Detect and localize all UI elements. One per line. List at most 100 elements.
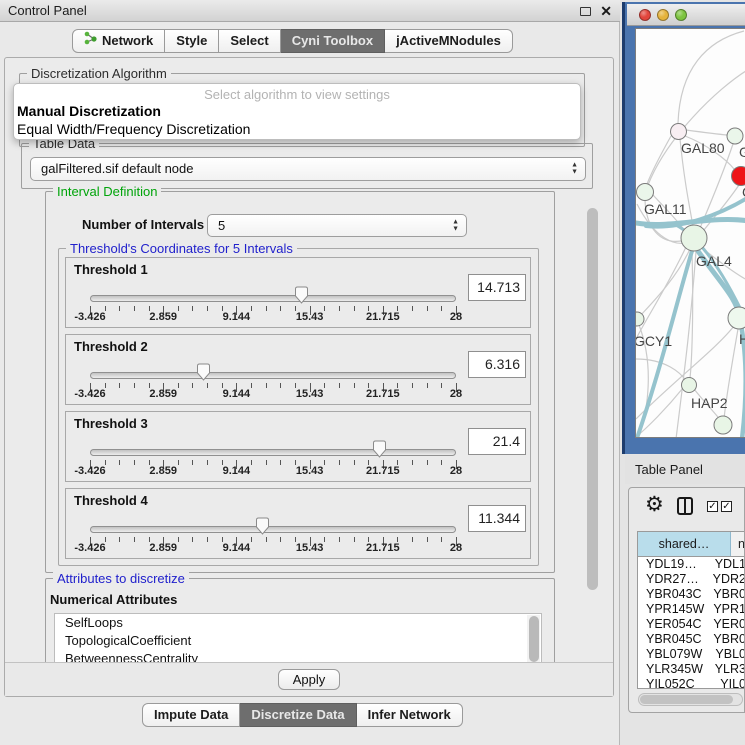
table-panel-title: Table Panel xyxy=(635,462,703,477)
tab-cyni-toolbox[interactable]: Cyni Toolbox xyxy=(281,29,385,53)
tab-discretize-data[interactable]: Discretize Data xyxy=(240,703,356,727)
algorithm-hint: Select algorithm to view settings xyxy=(14,84,580,102)
threshold-panel: Threshold 114.713-3.4262.8599.14415.4321… xyxy=(65,257,531,328)
slider-track[interactable] xyxy=(90,526,456,533)
node-label: GCY1 xyxy=(636,333,672,349)
tick-label: 28 xyxy=(450,388,462,400)
network-node-hap2[interactable] xyxy=(682,378,697,393)
table-scrollbar-thumb[interactable] xyxy=(640,695,733,704)
threshold-slider[interactable]: -3.4262.8599.14415.4321.71528 xyxy=(90,335,456,406)
desktop-background xyxy=(625,713,745,745)
network-node-gal11[interactable] xyxy=(637,184,654,201)
slider-track[interactable] xyxy=(90,295,456,302)
threshold-slider[interactable]: -3.4262.8599.14415.4321.71528 xyxy=(90,489,456,560)
tab-select[interactable]: Select xyxy=(219,29,280,53)
split-columns-icon[interactable] xyxy=(677,497,693,515)
attribute-item[interactable]: SelfLoops xyxy=(55,614,541,632)
column-header-name[interactable]: n xyxy=(731,532,745,556)
table-row[interactable]: YIL052CYIL0 xyxy=(638,677,745,689)
checkbox-icon[interactable]: ✓ xyxy=(707,501,718,512)
table-row[interactable]: YPR145WYPR1 xyxy=(638,602,745,617)
slider-thumb[interactable] xyxy=(196,363,211,381)
node-label: GAL11 xyxy=(644,201,687,217)
network-node[interactable] xyxy=(714,416,732,434)
table-row[interactable]: YBL079WYBL0 xyxy=(638,647,745,662)
table-horizontal-scrollbar[interactable] xyxy=(638,693,743,706)
threshold-slider[interactable]: -3.4262.8599.14415.4321.71528 xyxy=(90,412,456,483)
cell-name: YBR0 xyxy=(707,587,745,602)
threshold-value-field[interactable]: 11.344 xyxy=(468,505,526,532)
tab-style[interactable]: Style xyxy=(165,29,219,53)
panel-scrollbar-thumb[interactable] xyxy=(587,208,598,590)
num-intervals-combobox[interactable]: 5 ▲▼ xyxy=(207,214,467,237)
cell-shared-name: YPR145W xyxy=(638,602,707,617)
gear-icon[interactable]: ⚙ xyxy=(645,492,664,517)
cyni-toolbox-panel: Discretization Algorithm ▲▼ Select algor… xyxy=(4,57,614,697)
network-node-gal80[interactable] xyxy=(671,124,687,140)
node-label: GAL80 xyxy=(681,140,725,156)
tick-label: 9.144 xyxy=(223,465,251,477)
tick-label: 9.144 xyxy=(223,311,251,323)
table-row[interactable]: YBR043CYBR0 xyxy=(638,587,745,602)
threshold-value-field[interactable]: 21.4 xyxy=(468,428,526,455)
attribute-items: SelfLoopsTopologicalCoefficientBetweenne… xyxy=(55,614,541,667)
tick-label: 21.715 xyxy=(366,311,400,323)
slider-thumb[interactable] xyxy=(372,440,387,458)
float-window-icon[interactable] xyxy=(580,7,591,16)
cell-name: YDL1 xyxy=(709,557,745,572)
num-intervals-label: Number of Intervals xyxy=(82,217,204,232)
threshold-value-field[interactable]: 6.316 xyxy=(468,351,526,378)
apply-button[interactable]: Apply xyxy=(278,669,340,690)
close-icon[interactable]: ✕ xyxy=(600,0,612,22)
slider-tick-labels: -3.4262.8599.14415.4321.71528 xyxy=(90,465,456,478)
tab-jactivemnodules[interactable]: jActiveMNodules xyxy=(385,29,513,53)
slider-tick-labels: -3.4262.8599.14415.4321.71528 xyxy=(90,388,456,401)
num-intervals-value: 5 xyxy=(218,215,225,237)
table-row[interactable]: YBR045CYBR0 xyxy=(638,632,745,647)
minimize-traffic-light[interactable] xyxy=(657,9,669,21)
tab-label: Discretize Data xyxy=(251,704,344,726)
table-data-combobox[interactable]: galFiltered.sif default node ▲▼ xyxy=(30,157,586,181)
table-row[interactable]: YDL19…YDL1 xyxy=(638,557,745,572)
tick-label: 15.43 xyxy=(296,311,324,323)
algorithm-option[interactable]: Equal Width/Frequency Discretization xyxy=(14,120,580,138)
node-attribute-table[interactable]: shared… n YDL19…YDL1YDR27…YDR2YBR043CYBR… xyxy=(637,531,745,689)
attributes-group: Attributes to discretize Numerical Attri… xyxy=(45,578,555,664)
slider-thumb[interactable] xyxy=(294,286,309,304)
network-node-h[interactable] xyxy=(728,307,745,329)
numerical-attributes-list[interactable]: SelfLoopsTopologicalCoefficientBetweenne… xyxy=(54,613,542,667)
slider-thumb[interactable] xyxy=(255,517,270,535)
network-canvas[interactable]: GAL80GCGAL11GAL4GCY1HHAP2 xyxy=(635,28,745,438)
attributes-scrollbar[interactable] xyxy=(527,615,540,667)
cell-shared-name: YER054C xyxy=(638,617,707,632)
threshold-panel: Threshold 26.316-3.4262.8599.14415.4321.… xyxy=(65,334,531,405)
attributes-scrollbar-thumb[interactable] xyxy=(529,616,539,662)
column-header-shared[interactable]: shared… xyxy=(638,532,731,556)
slider-track[interactable] xyxy=(90,449,456,456)
attribute-item[interactable]: TopologicalCoefficient xyxy=(55,632,541,650)
threshold-slider[interactable]: -3.4262.8599.14415.4321.71528 xyxy=(90,258,456,329)
network-icon xyxy=(84,30,97,52)
cell-name: YBL0 xyxy=(709,647,745,662)
checkbox-icon[interactable]: ✓ xyxy=(721,501,732,512)
table-row[interactable]: YDR27…YDR2 xyxy=(638,572,745,587)
threshold-value-field[interactable]: 14.713 xyxy=(468,274,526,301)
slider-track[interactable] xyxy=(90,372,456,379)
zoom-traffic-light[interactable] xyxy=(675,9,687,21)
tick-label: 21.715 xyxy=(366,542,400,554)
table-row[interactable]: YER054CYER0 xyxy=(638,617,745,632)
close-traffic-light[interactable] xyxy=(639,9,651,21)
tab-infer-network[interactable]: Infer Network xyxy=(357,703,463,727)
tick-label: 2.859 xyxy=(149,311,177,323)
panel-scrollbar[interactable] xyxy=(586,188,599,666)
tick-label: 2.859 xyxy=(149,465,177,477)
tab-label: Network xyxy=(102,30,153,52)
tab-impute-data[interactable]: Impute Data xyxy=(142,703,240,727)
network-node-gcy1[interactable] xyxy=(636,312,644,326)
algorithm-option[interactable]: Manual Discretization xyxy=(14,102,580,120)
network-node-gal4[interactable] xyxy=(681,225,707,251)
table-row[interactable]: YLR345WYLR3 xyxy=(638,662,745,677)
network-node-g[interactable] xyxy=(727,128,743,144)
tab-network[interactable]: Network xyxy=(72,29,165,53)
apply-strip: Apply xyxy=(5,662,613,696)
